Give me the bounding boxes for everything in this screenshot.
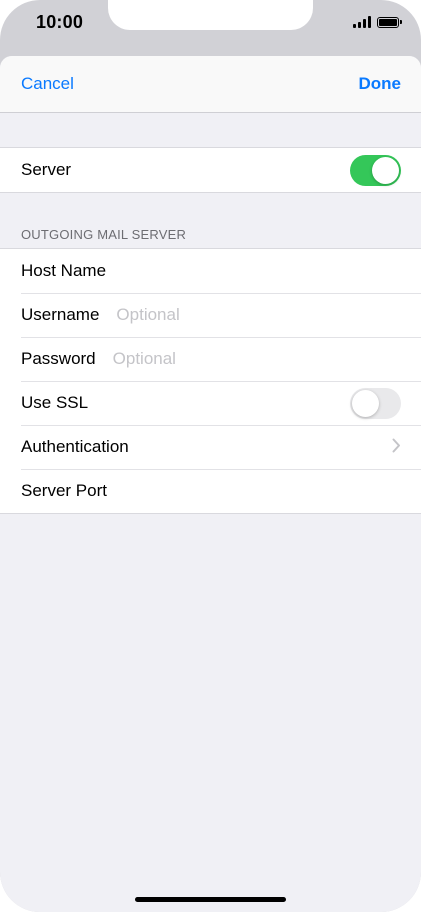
outgoing-server-sheet: Cancel Done Server OUTGOING MAIL SERVER … — [0, 56, 421, 912]
server-label: Server — [21, 160, 72, 179]
server-row: Server — [0, 148, 421, 192]
navigation-bar: Cancel Done — [0, 56, 421, 113]
use-ssl-row: Use SSL — [0, 381, 421, 425]
status-icons — [353, 14, 402, 30]
server-group: Server — [0, 147, 421, 193]
host-name-label: Host Name — [21, 261, 107, 280]
cancel-button[interactable]: Cancel — [21, 74, 74, 94]
outgoing-server-group: Host Name Username Optional Password Opt… — [0, 248, 421, 514]
authentication-label: Authentication — [21, 437, 129, 456]
section-header-outgoing: OUTGOING MAIL SERVER — [21, 227, 187, 242]
server-toggle[interactable] — [350, 154, 401, 186]
use-ssl-label: Use SSL — [21, 393, 89, 412]
password-field[interactable]: Optional — [113, 349, 176, 369]
phone-screen: 10:00 Cancel Done Server OUTGOING MAIL S… — [0, 0, 421, 912]
password-label: Password — [21, 349, 96, 368]
cellular-signal-icon — [353, 16, 371, 28]
username-label: Username — [21, 305, 100, 324]
toggle-knob — [352, 389, 379, 417]
authentication-row[interactable]: Authentication — [0, 425, 421, 469]
use-ssl-toggle[interactable] — [350, 387, 401, 419]
home-indicator[interactable] — [135, 897, 286, 902]
username-field[interactable]: Optional — [116, 305, 179, 325]
toggle-knob — [372, 156, 399, 184]
notch — [108, 0, 313, 30]
status-bar: 10:00 — [0, 0, 421, 48]
chevron-right-icon — [392, 437, 401, 457]
host-name-row[interactable]: Host Name — [0, 249, 421, 293]
battery-icon — [377, 16, 402, 28]
status-time: 10:00 — [36, 12, 84, 32]
done-button[interactable]: Done — [359, 74, 402, 94]
server-port-row[interactable]: Server Port — [0, 469, 421, 513]
username-row[interactable]: Username Optional — [0, 293, 421, 337]
server-port-label: Server Port — [21, 481, 107, 500]
password-row[interactable]: Password Optional — [0, 337, 421, 381]
